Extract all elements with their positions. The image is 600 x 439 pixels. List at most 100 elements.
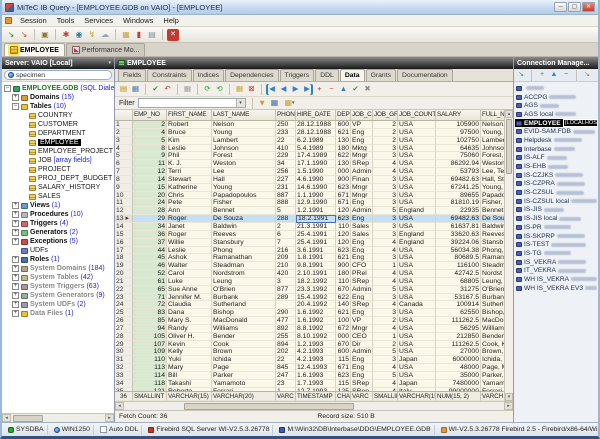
menu-session[interactable]: Session [15, 15, 52, 26]
grid-cell[interactable]: 3 [373, 184, 398, 192]
grid-cell[interactable]: 2 [373, 317, 398, 325]
grid-cell[interactable]: Reeves [481, 231, 504, 239]
grid-cell[interactable]: 53793 [436, 168, 481, 176]
grid-cell[interactable]: 000 [336, 333, 351, 341]
grid-cell[interactable]: USA [398, 309, 436, 317]
grid-cell[interactable]: 17.1.1990 [296, 160, 336, 168]
grid-cell[interactable]: 18.2.1992 [296, 278, 336, 286]
connection-helpdesk[interactable]: Helpdesk [515, 136, 597, 145]
grid-cell[interactable]: Eng [351, 372, 373, 380]
grid-cell[interactable]: Lee [212, 168, 276, 176]
connection-is-test[interactable]: IS-TEST [515, 240, 597, 249]
menu-windows[interactable]: Windows [118, 15, 158, 26]
column-header-dep[interactable]: DEP [336, 110, 351, 120]
grid-cell[interactable]: 202 [276, 348, 296, 356]
grid-cell[interactable]: 231 [276, 184, 296, 192]
grid-cell[interactable]: Bishop [212, 309, 276, 317]
grid-cell[interactable]: Mktg [351, 145, 373, 153]
grid-cell[interactable]: Lambert [212, 137, 276, 145]
grid-cell[interactable]: Lamber [481, 137, 504, 145]
row-number-cell[interactable]: 10 [115, 192, 133, 200]
grid-cell[interactable]: 37 [133, 239, 167, 247]
tab-dependencies[interactable]: Dependencies [225, 69, 278, 81]
tab-documentation[interactable]: Documentation [397, 69, 453, 81]
grid-cell[interactable]: Oliver H. [167, 333, 212, 341]
tab-fields[interactable]: Fields [118, 69, 146, 81]
grid-cell[interactable]: 71 [133, 294, 167, 302]
grid-cell[interactable]: 900 [336, 176, 351, 184]
grid-cell[interactable]: 4 [373, 364, 398, 372]
commit-icon[interactable]: ✔ [150, 84, 161, 95]
grid-cell[interactable]: Williams [481, 325, 504, 333]
grid-cell[interactable]: 89655 [436, 192, 481, 200]
column-header-salary[interactable]: SALARY [436, 110, 481, 120]
row-number-cell[interactable]: 4 [115, 145, 133, 153]
grid-cell[interactable]: 621 [336, 129, 351, 137]
connection-is-skprp[interactable]: IS-SKPRP [515, 232, 597, 241]
grid-cell[interactable]: 4 [373, 168, 398, 176]
grid-cell[interactable]: CFO [351, 262, 373, 270]
row-number-cell[interactable]: 25 [115, 309, 133, 317]
grid-cell[interactable]: 31275 [436, 286, 481, 294]
row-number-cell[interactable]: 22 [115, 286, 133, 294]
grid-cell[interactable]: Eng [351, 239, 373, 247]
collapse-icon[interactable]: − [12, 103, 19, 110]
expand-icon[interactable]: + [12, 283, 19, 290]
grid-cell[interactable]: O'Brien [212, 286, 276, 294]
grid-cell[interactable]: Eng [351, 199, 373, 207]
expand-icon[interactable]: + [12, 238, 19, 245]
grid-cell[interactable]: 887 [276, 192, 296, 200]
grid-cell[interactable]: Bruce [167, 129, 212, 137]
grid-cell[interactable]: England [398, 239, 436, 247]
connection-is-alf[interactable]: IS-ALF [515, 154, 597, 163]
grid-cell[interactable]: 4 [373, 160, 398, 168]
services-icon[interactable]: ✱ [60, 29, 72, 41]
grid-cell[interactable]: 888 [276, 199, 296, 207]
grid-cell[interactable]: 1.2.1993 [296, 341, 336, 349]
row-number-cell[interactable]: 6 [115, 160, 133, 168]
grid-cell[interactable]: 212850 [436, 333, 481, 341]
grid-cell[interactable]: 86292.94 [436, 160, 481, 168]
tree-item-department[interactable]: DEPARTMENT [4, 129, 114, 138]
grid-cell[interactable]: Sutherl [481, 301, 504, 309]
grid-cell[interactable]: 36 [133, 231, 167, 239]
expand-icon[interactable]: + [12, 265, 19, 272]
grid-cell[interactable]: Cook [212, 341, 276, 349]
grid-cell[interactable]: 9 [133, 152, 167, 160]
column-header-job_c[interactable]: JOB_C [351, 110, 373, 120]
grid-cell[interactable]: K. J. [167, 160, 212, 168]
grid-cell[interactable]: USA [398, 199, 436, 207]
grid-cell[interactable]: 33620.63 [436, 231, 481, 239]
grid-cell[interactable]: Terri [167, 168, 212, 176]
grid-cell[interactable]: Mngr [351, 184, 373, 192]
grid-cell[interactable]: 4 [373, 239, 398, 247]
grid-cell[interactable]: 53167.5 [436, 294, 481, 302]
grid-cell[interactable]: Brown [212, 348, 276, 356]
post-edit-icon[interactable]: ✔ [350, 84, 361, 95]
grid-cell[interactable]: Ramanathan [212, 254, 276, 262]
grid-cell[interactable]: 623 [336, 247, 351, 255]
grid-cell[interactable]: Nordst [481, 270, 504, 278]
grid-cell[interactable]: 877 [276, 286, 296, 294]
grid-cell[interactable]: Mngr [351, 152, 373, 160]
grid-cell[interactable]: Papadopoulos [212, 192, 276, 200]
scroll-down-icon[interactable]: ▾ [505, 393, 513, 401]
grid-cell[interactable]: Yamam [481, 380, 504, 388]
column-header-phon[interactable]: PHON [276, 110, 296, 120]
grid-cell[interactable]: USA [398, 184, 436, 192]
grid-cell[interactable]: 4.6.1990 [296, 176, 336, 184]
grid-cell[interactable]: 4.2.1993 [296, 356, 336, 364]
connection-wh-is-vekra[interactable]: WH IS_VEKRA [515, 275, 597, 284]
grid-cell[interactable]: 1.2.1991 [296, 207, 336, 215]
grid-cell[interactable]: 622 [336, 294, 351, 302]
grid-cell[interactable]: Luke [167, 278, 212, 286]
grid-cell[interactable]: 410 [276, 145, 296, 153]
row-number-cell[interactable]: 9 [115, 184, 133, 192]
connection-ags-local[interactable]: AGS local [515, 110, 597, 119]
tree-item-employee[interactable]: EMPLOYEE [4, 138, 114, 147]
grid-cell[interactable]: 114 [133, 372, 167, 380]
tree-item-views[interactable]: +Views(1) [4, 201, 114, 210]
grid-cell[interactable]: 2 [276, 223, 296, 231]
grid-cell[interactable]: Young [212, 129, 276, 137]
network-icon[interactable]: ◉ [73, 29, 85, 41]
